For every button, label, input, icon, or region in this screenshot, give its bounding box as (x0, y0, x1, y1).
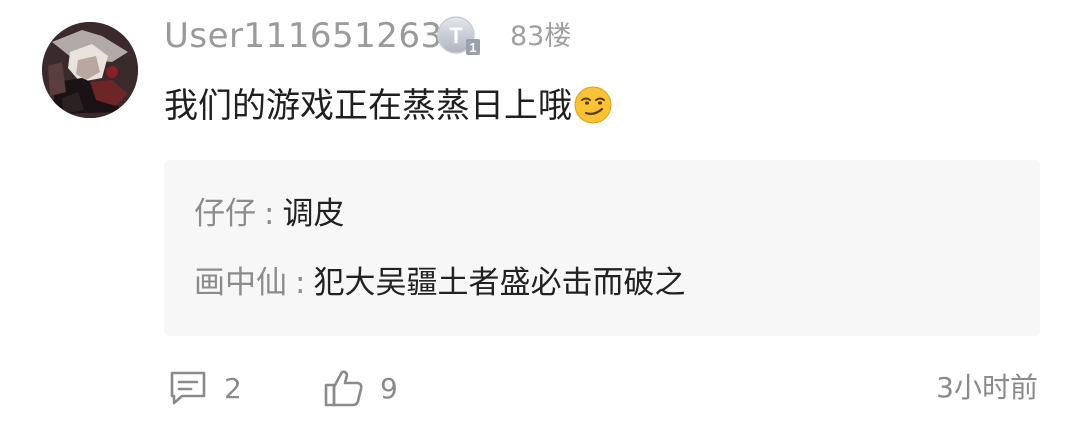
floor-number: 83楼 (510, 21, 572, 52)
reply-item[interactable]: 仔仔: 调皮 (194, 192, 344, 236)
avatar-image (42, 22, 138, 118)
reply-author[interactable]: 画中仙 (194, 265, 287, 301)
comment-bubble-icon (170, 371, 206, 405)
smirk-emoji-icon (574, 86, 612, 124)
avatar[interactable] (42, 22, 138, 118)
level-badge-letter: T (449, 23, 463, 48)
reply-item[interactable]: 画中仙: 犯大吴疆土者盛必击而破之 (194, 261, 685, 305)
comment-text-content: 我们的游戏正在蒸蒸日上哦 (164, 86, 572, 126)
like-button[interactable]: 9 (322, 366, 398, 410)
replies-box[interactable] (164, 160, 1040, 336)
reply-colon: : (295, 265, 306, 301)
comment-count: 2 (224, 371, 242, 405)
reply-author[interactable]: 仔仔 (194, 196, 256, 232)
like-count: 9 (380, 371, 398, 405)
level-badge-number: 1 (469, 40, 476, 55)
comment-button[interactable]: 2 (166, 366, 242, 410)
thumbs-up-icon (324, 370, 363, 407)
reply-content: 犯大吴疆土者盛必击而破之 (313, 265, 686, 301)
username[interactable]: User111651263 (164, 12, 443, 60)
comment-text: 我们的游戏正在蒸蒸日上哦 (164, 80, 612, 132)
timestamp: 3小时前 (936, 371, 1038, 404)
level-badge-icon: T 1 (436, 15, 482, 57)
reply-content: 调皮 (282, 196, 345, 232)
reply-colon: : (264, 196, 275, 232)
